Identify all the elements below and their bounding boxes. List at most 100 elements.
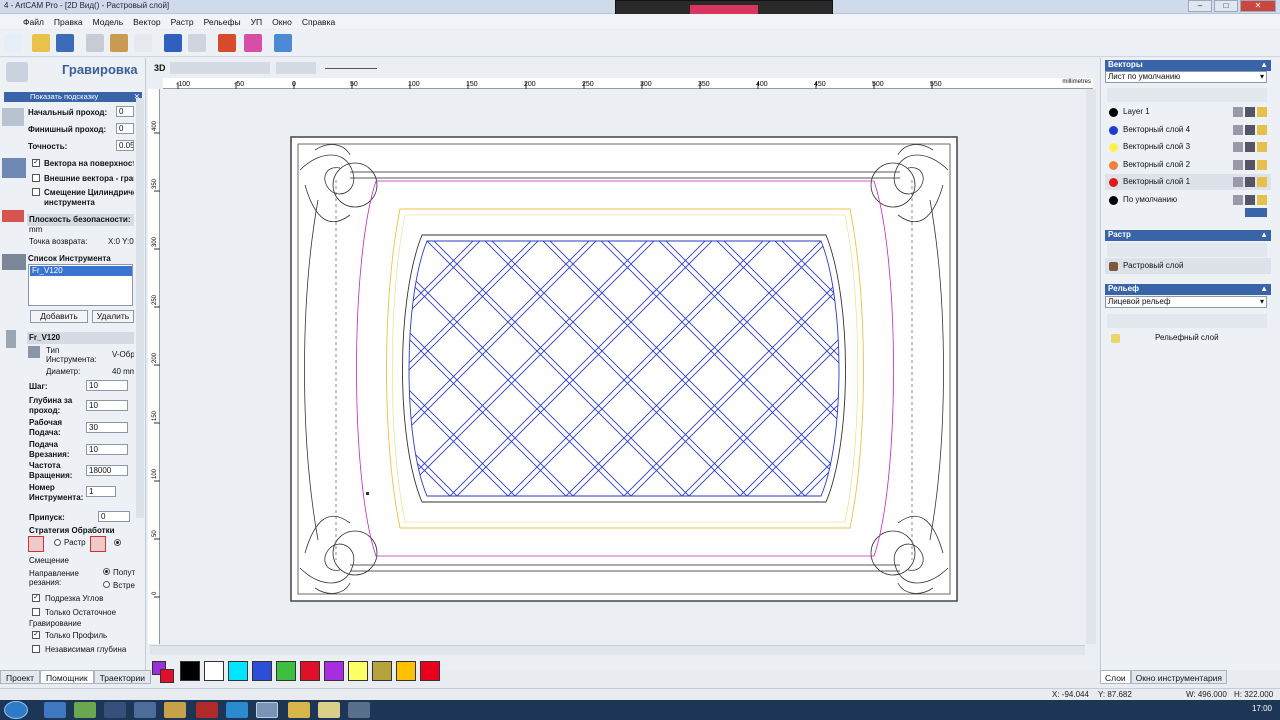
relief-visibility-icon[interactable]: [1111, 334, 1120, 343]
menu-file[interactable]: Файл: [18, 17, 49, 27]
raster-layer-toolbar[interactable]: [1107, 243, 1267, 257]
offset-strategy-icon[interactable]: [28, 536, 44, 552]
undo-icon[interactable]: [164, 34, 182, 52]
layer-color-icon[interactable]: [1109, 125, 1118, 135]
color-swatch[interactable]: [396, 661, 416, 681]
raster-radio[interactable]: [54, 539, 61, 546]
layer-lock-visibility-icon[interactable]: [1233, 194, 1267, 205]
add-tool-button[interactable]: Добавить: [30, 310, 88, 323]
current-colors[interactable]: [152, 661, 176, 683]
offset-radio[interactable]: [114, 539, 121, 546]
maximize-button[interactable]: □: [1214, 0, 1238, 12]
menu-help[interactable]: Справка: [297, 17, 340, 27]
vectors-surface-checkbox[interactable]: ✓: [32, 159, 40, 167]
tab-project[interactable]: Проект: [0, 670, 40, 684]
taskbar-app[interactable]: [74, 702, 96, 718]
paste-icon[interactable]: [110, 34, 128, 52]
pin-icon[interactable]: ▲: [1260, 284, 1268, 293]
menu-vector[interactable]: Вектор: [128, 17, 165, 27]
menu-raster[interactable]: Растр: [166, 17, 199, 27]
background-color[interactable]: [160, 669, 174, 683]
taskbar-app[interactable]: [44, 702, 66, 718]
raster-layer-row[interactable]: Растровый слой: [1105, 258, 1271, 274]
taskbar-app[interactable]: [196, 702, 218, 718]
pin-icon[interactable]: ▲: [1260, 60, 1268, 69]
start-pass-input[interactable]: 0: [116, 106, 134, 117]
corner-trim-checkbox[interactable]: ✓: [32, 594, 40, 602]
taskbar-app[interactable]: [164, 702, 186, 718]
vector-layer-toolbar[interactable]: [1107, 88, 1267, 102]
cut-icon[interactable]: [86, 34, 104, 52]
start-button[interactable]: [4, 701, 28, 719]
speed-input[interactable]: 18000: [86, 465, 128, 476]
open-folder-icon[interactable]: [32, 34, 50, 52]
profile-only-checkbox[interactable]: ✓: [32, 631, 40, 639]
menu-window[interactable]: Окно: [267, 17, 297, 27]
new-file-icon[interactable]: [4, 34, 22, 52]
depth-input[interactable]: 10: [86, 400, 128, 411]
vector-sheet-select[interactable]: Лист по умолчанию ▾: [1105, 71, 1267, 83]
horizontal-scrollbar[interactable]: [150, 645, 1085, 655]
view-3d-button[interactable]: 3D: [154, 63, 166, 73]
color-swatch[interactable]: [276, 661, 296, 681]
nudge-tools[interactable]: [276, 62, 316, 74]
color-swatch[interactable]: [180, 661, 200, 681]
left-panel-scrollbar[interactable]: [136, 98, 144, 518]
menu-reliefs[interactable]: Рельефы: [199, 17, 246, 27]
vertical-scrollbar[interactable]: [1086, 89, 1096, 644]
layer-color-icon[interactable]: [1109, 195, 1118, 205]
tab-assistant[interactable]: Помощник: [40, 670, 94, 684]
residual-checkbox[interactable]: [32, 608, 40, 616]
layer-lock-visibility-icon[interactable]: [1233, 124, 1267, 135]
color-swatch[interactable]: [228, 661, 248, 681]
color-swatch[interactable]: [372, 661, 392, 681]
color-swatch[interactable]: [300, 661, 320, 681]
color-swatch[interactable]: [348, 661, 368, 681]
vector-layer-row[interactable]: Векторный слой 3: [1105, 139, 1271, 155]
tab-toolpaths[interactable]: Траектории: [93, 670, 152, 684]
zoom-tools[interactable]: [170, 62, 270, 74]
feed-input[interactable]: 30: [86, 422, 128, 433]
drawing-canvas[interactable]: [160, 89, 1088, 643]
tool-list[interactable]: Fr_V120: [28, 264, 133, 306]
outer-vectors-checkbox[interactable]: [32, 174, 40, 182]
layer-lock-visibility-icon[interactable]: [1233, 107, 1267, 117]
climb-radio[interactable]: [103, 568, 110, 575]
color-swatch[interactable]: [252, 661, 272, 681]
independent-depth-checkbox[interactable]: [32, 645, 40, 653]
layer-color-icon[interactable]: [1109, 178, 1118, 187]
tool-number-input[interactable]: 1: [86, 486, 116, 497]
design-svg[interactable]: [160, 89, 1088, 643]
accuracy-input[interactable]: 0.05: [116, 140, 134, 151]
taskbar-app[interactable]: [226, 702, 248, 718]
minimize-button[interactable]: –: [1188, 0, 1212, 12]
tab-layers[interactable]: Слои: [1100, 670, 1131, 684]
relief-layer-row[interactable]: Рельефный слой: [1105, 330, 1271, 346]
taskbar-app[interactable]: [318, 702, 340, 718]
vector-layer-row[interactable]: По умолчанию: [1105, 192, 1271, 208]
menu-toolpaths[interactable]: УП: [246, 17, 268, 27]
raster-strategy-icon[interactable]: [90, 536, 106, 552]
copy-icon[interactable]: [134, 34, 152, 52]
delete-tool-button[interactable]: Удалить: [92, 310, 134, 323]
tab-toolbox[interactable]: Окно инструментария: [1130, 670, 1228, 684]
color-swatch[interactable]: [204, 661, 224, 681]
layer-lock-visibility-icon[interactable]: [1233, 142, 1267, 152]
save-icon[interactable]: [56, 34, 74, 52]
close-button[interactable]: ✕: [1240, 0, 1276, 12]
layer-color-icon[interactable]: [1109, 143, 1118, 152]
taskbar-app[interactable]: [348, 702, 370, 718]
slider-track[interactable]: [325, 68, 377, 69]
allowance-input[interactable]: 0: [98, 511, 130, 522]
color-swatch[interactable]: [324, 661, 344, 681]
vector-layer-row[interactable]: Layer 1: [1105, 104, 1271, 120]
taskbar-app[interactable]: [104, 702, 126, 718]
menu-edit[interactable]: Правка: [49, 17, 88, 27]
layer-color-icon[interactable]: [1109, 108, 1118, 117]
layer-color-icon[interactable]: [1109, 160, 1118, 170]
chevron-down-icon[interactable]: ▾: [1260, 297, 1264, 306]
relief-select[interactable]: Лицевой рельеф ▾: [1105, 296, 1267, 308]
eraser-icon[interactable]: [244, 34, 262, 52]
taskbar-app[interactable]: [288, 702, 310, 718]
taskbar-app[interactable]: [134, 702, 156, 718]
